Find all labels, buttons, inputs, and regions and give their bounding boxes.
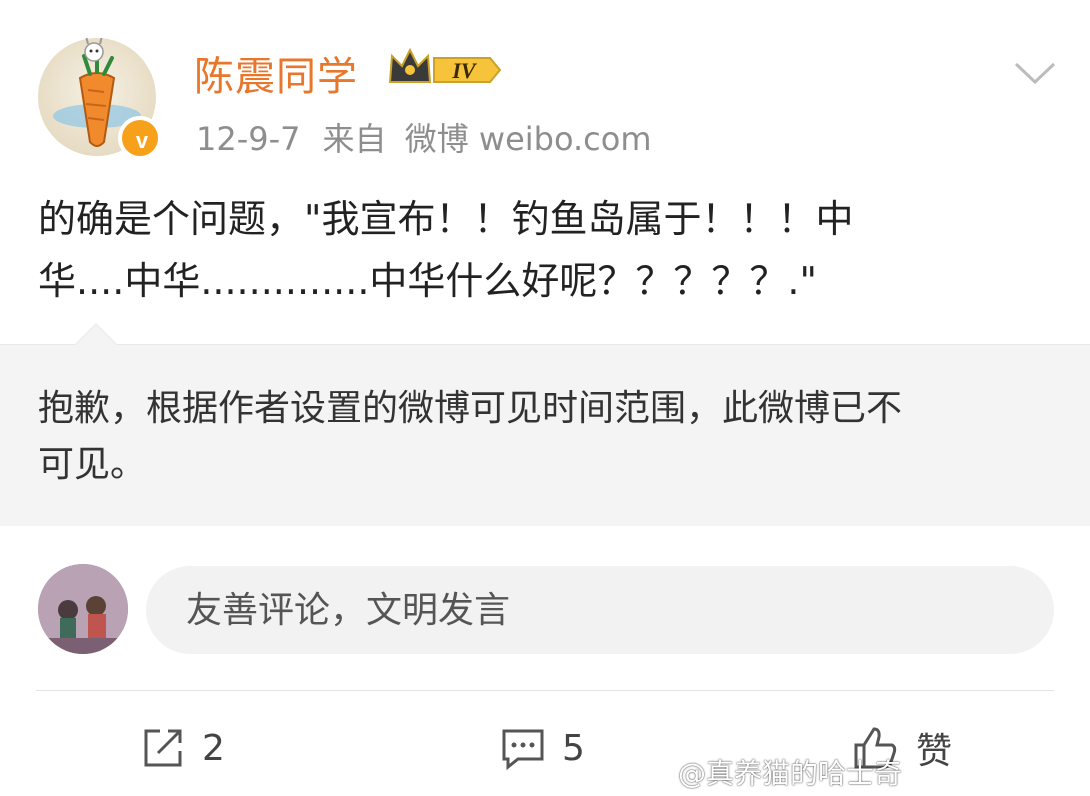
repost-button[interactable]: 2 xyxy=(140,724,225,772)
source-prefix: 来自 xyxy=(322,120,387,158)
like-label: 赞 xyxy=(916,731,953,772)
watermark: @真养猫的哈士奇 xyxy=(640,752,902,792)
post-meta: 12-9-7 来自 微博 weibo.com xyxy=(196,114,652,160)
post-text-line: 华....中华..............中华什么好呢？？？？？." xyxy=(38,259,817,303)
post-text-line: 的确是个问题，"我宣布！！钓鱼岛属于！！！中 xyxy=(38,197,854,241)
retweet-unavailable-notice: 抱歉，根据作者设置的微博可见时间范围，此微博已不 可见。 xyxy=(0,323,1090,526)
username[interactable]: 陈震同学 xyxy=(194,44,358,102)
notice-pointer xyxy=(74,323,118,347)
svg-text:v: v xyxy=(136,128,149,153)
post-content: 的确是个问题，"我宣布！！钓鱼岛属于！！！中 华....中华..........… xyxy=(38,188,1048,312)
comment-input[interactable] xyxy=(146,566,1054,654)
notice-text-line: 抱歉，根据作者设置的微博可见时间范围，此微博已不 xyxy=(38,388,903,429)
chevron-down-icon[interactable] xyxy=(1012,58,1058,88)
verified-badge-icon: v xyxy=(118,116,162,160)
comment-icon xyxy=(502,729,544,771)
post-date: 12-9-7 xyxy=(196,120,301,158)
repost-count: 2 xyxy=(202,727,225,769)
vip-crown-badge-icon[interactable]: IV xyxy=(386,46,504,92)
comment-count: 5 xyxy=(562,727,585,769)
watermark-text: @真养猫的哈士奇 xyxy=(678,757,903,790)
weibo-logo-icon xyxy=(640,759,673,783)
current-user-avatar[interactable] xyxy=(38,564,128,654)
badge-level: IV xyxy=(451,58,478,83)
divider xyxy=(36,690,1054,691)
repost-icon xyxy=(144,729,182,767)
notice-text-line: 可见。 xyxy=(38,444,147,485)
comment-button[interactable]: 5 xyxy=(500,724,585,772)
post-source: 微博 weibo.com xyxy=(404,120,652,158)
